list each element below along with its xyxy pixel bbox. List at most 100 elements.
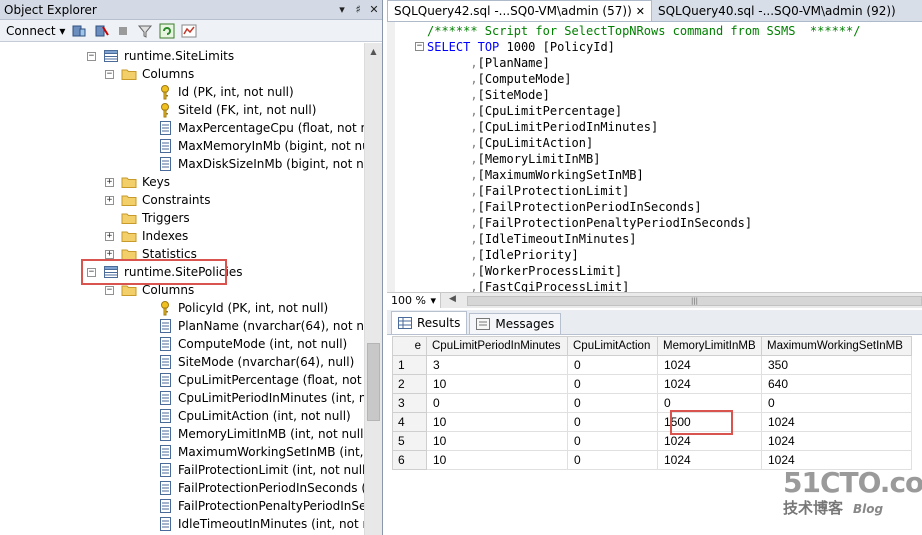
grid-cell[interactable]: 10: [426, 374, 568, 394]
grid-cell[interactable]: 0: [567, 450, 658, 470]
tree-node[interactable]: Triggers: [121, 209, 190, 227]
close-tab-icon[interactable]: ✕: [636, 5, 645, 18]
zoom-dropdown[interactable]: 100 % ▾: [387, 293, 441, 308]
grid-cell[interactable]: 0: [761, 393, 912, 413]
tree-node-label: Constraints: [142, 193, 211, 207]
collapse-icon[interactable]: −: [105, 69, 114, 79]
query-area: SQLQuery42.sql -...SQ0-VM\admin (57)) ✕ …: [387, 0, 922, 535]
stop-icon[interactable]: [115, 23, 131, 39]
grid-cell[interactable]: 640: [761, 374, 912, 394]
connect-button[interactable]: Connect ▾: [6, 24, 65, 38]
expand-icon[interactable]: +: [105, 177, 114, 187]
filter-icon[interactable]: [137, 23, 153, 39]
expand-icon[interactable]: +: [105, 195, 114, 205]
tree-node[interactable]: MaximumWorkingSetInMB (int, not nu: [157, 443, 364, 461]
grid-cell[interactable]: 1024: [761, 431, 912, 451]
tab-results-label: Results: [417, 316, 461, 330]
tree-node[interactable]: + Indexes: [105, 227, 188, 245]
dropdown-arrow-icon[interactable]: ▾: [334, 3, 350, 16]
collapse-icon[interactable]: −: [87, 51, 96, 61]
tab-sqlquery42[interactable]: SQLQuery42.sql -...SQ0-VM\admin (57)) ✕: [387, 0, 652, 21]
grid-cell[interactable]: 350: [761, 355, 912, 375]
key-icon: [157, 300, 173, 316]
grid-cell[interactable]: 0: [567, 431, 658, 451]
column-icon: [157, 408, 173, 424]
tree-node[interactable]: FailProtectionPenaltyPeriodInSeconds: [157, 497, 364, 515]
tree-node[interactable]: MaxDiskSizeInMb (bigint, not null): [157, 155, 364, 173]
row-number[interactable]: 2: [392, 374, 427, 394]
disconnect-icon[interactable]: [93, 23, 110, 39]
tree-node[interactable]: MaxPercentageCpu (float, not null): [157, 119, 364, 137]
grid-cell[interactable]: 0: [426, 393, 568, 413]
close-icon[interactable]: ✕: [366, 3, 382, 16]
tree-node[interactable]: FailProtectionLimit (int, not null): [157, 461, 364, 479]
key-icon: [157, 84, 173, 100]
grid-row[interactable]: 5 10 0 1024 1024: [392, 431, 912, 451]
expand-icon[interactable]: +: [105, 231, 114, 241]
grid-cell[interactable]: 1024: [657, 374, 762, 394]
scrollbar-thumb[interactable]: [367, 343, 380, 421]
tree-node[interactable]: SiteMode (nvarchar(64), null): [157, 353, 354, 371]
object-tree[interactable]: − runtime.SiteLimits − Columns Id (PK, int, …: [0, 43, 364, 535]
tree-node[interactable]: + Keys: [105, 173, 170, 191]
column-header[interactable]: MemoryLimitInMB: [657, 336, 762, 356]
tab-messages[interactable]: Messages: [469, 313, 562, 334]
horizontal-scrollbar-thumb[interactable]: |||: [467, 296, 922, 306]
column-header[interactable]: MaximumWorkingSetInMB: [761, 336, 912, 356]
tree-node[interactable]: MaxMemoryInMb (bigint, not null): [157, 137, 364, 155]
pin-icon[interactable]: ♯: [350, 3, 366, 16]
tab-results[interactable]: Results: [391, 311, 468, 334]
grid-cell[interactable]: 0: [567, 393, 658, 413]
grid-cell[interactable]: 1024: [657, 355, 762, 375]
tree-node[interactable]: Id (PK, int, not null): [157, 83, 294, 101]
tree-node[interactable]: PolicyId (PK, int, not null): [157, 299, 328, 317]
collapse-icon[interactable]: −: [105, 285, 114, 295]
tree-node[interactable]: CpuLimitPercentage (float, not null): [157, 371, 364, 389]
row-number[interactable]: 5: [392, 431, 427, 451]
connect-server-icon[interactable]: [71, 23, 87, 39]
tree-node[interactable]: PlanName (nvarchar(64), not null): [157, 317, 364, 335]
grid-row[interactable]: 1 3 0 1024 350: [392, 355, 912, 375]
tree-node[interactable]: IdleTimeoutInMinutes (int, not null): [157, 515, 364, 533]
grid-cell[interactable]: 10: [426, 450, 568, 470]
scroll-left-arrow-icon[interactable]: ◀: [449, 294, 456, 304]
grid-cell[interactable]: 0: [567, 374, 658, 394]
column-identifier: [FailProtectionLimit]: [477, 184, 630, 198]
grid-cell[interactable]: 0: [567, 355, 658, 375]
column-header[interactable]: CpuLimitAction: [567, 336, 658, 356]
grid-row[interactable]: 30000: [392, 393, 912, 413]
row-number[interactable]: 6: [392, 450, 427, 470]
tree-node[interactable]: SiteId (FK, int, not null): [157, 101, 316, 119]
tab-sqlquery40[interactable]: SQLQuery40.sql -...SQ0-VM\admin (92)): [652, 0, 902, 21]
expand-icon[interactable]: +: [105, 249, 114, 259]
row-number[interactable]: 4: [392, 412, 427, 432]
grid-row[interactable]: 2 10 0 1024 640: [392, 374, 912, 394]
tree-node[interactable]: − Columns: [105, 65, 194, 83]
row-number[interactable]: 3: [392, 393, 427, 413]
tree-node[interactable]: CpuLimitPeriodInMinutes (int, not null): [157, 389, 364, 407]
grid-cell[interactable]: 10: [426, 431, 568, 451]
refresh-icon[interactable]: [159, 23, 175, 39]
column-identifier: [MemoryLimitInMB]: [477, 152, 601, 166]
grid-cell[interactable]: 1024: [761, 412, 912, 432]
tree-node[interactable]: ComputeMode (int, not null): [157, 335, 347, 353]
scroll-up-arrow-icon[interactable]: ▲: [365, 43, 382, 60]
grid-cell[interactable]: 1024: [657, 450, 762, 470]
object-explorer-scrollbar[interactable]: ▲: [364, 43, 382, 535]
grid-cell[interactable]: 0: [567, 412, 658, 432]
column-header[interactable]: e: [392, 336, 427, 356]
grid-cell[interactable]: 3: [426, 355, 568, 375]
grid-row[interactable]: 4 10 0 1500 1024: [392, 412, 912, 432]
fold-toggle-icon[interactable]: −: [415, 42, 424, 51]
tree-node[interactable]: MemoryLimitInMB (int, not null): [157, 425, 364, 443]
column-header[interactable]: CpuLimitPeriodInMinutes: [426, 336, 568, 356]
tree-node-label: Keys: [142, 175, 171, 189]
activity-monitor-icon[interactable]: [181, 23, 197, 39]
tree-node[interactable]: FailProtectionPeriodInSeconds (int, no: [157, 479, 364, 497]
tree-node[interactable]: + Constraints: [105, 191, 210, 209]
sql-editor[interactable]: − /****** Script for SelectTopNRows comm…: [387, 22, 922, 292]
tree-node[interactable]: CpuLimitAction (int, not null): [157, 407, 351, 425]
row-number[interactable]: 1: [392, 355, 427, 375]
grid-cell[interactable]: 10: [426, 412, 568, 432]
tree-node[interactable]: − runtime.SiteLimits: [87, 47, 234, 65]
